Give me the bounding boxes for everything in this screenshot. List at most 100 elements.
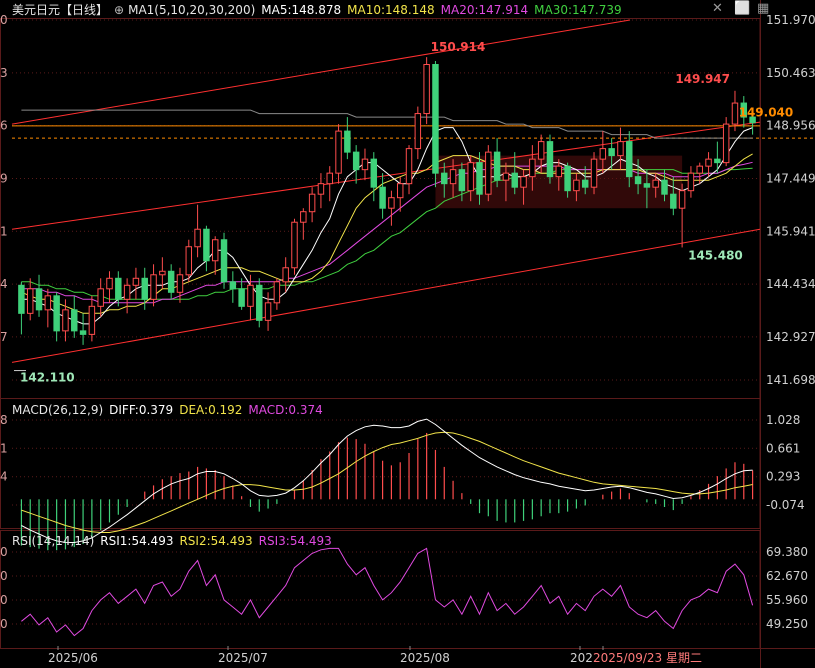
price-tick-label: 147.449 [766, 171, 815, 185]
rsi-tick-label-left: 0 [0, 617, 8, 631]
macd-title[interactable]: MACD(26,12,9) [12, 403, 103, 417]
candle-body [203, 228, 210, 262]
candle-body [106, 277, 113, 290]
candle-body [546, 141, 554, 178]
candle-body [379, 186, 386, 209]
macd-tick-label: -0.074 [766, 498, 805, 512]
candle-body [53, 295, 60, 332]
candle-body [493, 151, 501, 181]
candle-body [652, 179, 659, 188]
candle-body [537, 141, 545, 160]
rsi-tick-label-left: 0 [0, 545, 8, 559]
candle-body [256, 284, 263, 321]
candle-body [167, 270, 175, 293]
candle-body [405, 148, 413, 185]
candle-body [458, 169, 466, 192]
macd-tick-label-left: 4 [0, 470, 8, 484]
chart-background [0, 0, 815, 668]
macd-macd-value: MACD:0.374 [248, 403, 323, 417]
candle-body [44, 295, 52, 311]
price-tick-label-left: 0 [0, 13, 8, 27]
candle-body [71, 309, 78, 332]
price-tick-label: 142.927 [766, 330, 815, 344]
target-icon[interactable]: ⊕ [114, 3, 124, 17]
candle-body [396, 183, 404, 199]
macd-diff-value: DIFF:0.379 [109, 403, 174, 417]
candle-body [88, 305, 96, 335]
candle-body [687, 172, 695, 192]
candle-body [485, 151, 492, 195]
macd-tick-label: 1.028 [766, 413, 800, 427]
candle-body [661, 179, 668, 195]
candle-body [264, 302, 272, 321]
candle-body [626, 141, 633, 178]
candle-body [370, 158, 378, 188]
close-icon[interactable]: ✕ [712, 1, 723, 16]
main-chart-header: 美元日元【日线】 ⊕ MA1(5,10,20,30,200) MA5:148.878 M… [12, 2, 628, 18]
time-axis-label: 2025/06 [48, 651, 98, 665]
candle-body [352, 151, 360, 171]
candle-body [714, 158, 721, 164]
price-tick-label-left: 4 [0, 277, 8, 291]
candle-body [308, 193, 316, 213]
candle-body [476, 162, 483, 195]
candle-body [238, 288, 245, 307]
candle-body [79, 330, 87, 335]
ma-indicator-title[interactable]: MA1(5,10,20,30,200) [128, 3, 255, 17]
macd-dea-value: DEA:0.192 [179, 403, 243, 417]
recent-low-annotation: 145.480 [688, 248, 743, 262]
candle-body [317, 183, 325, 195]
candle-body [247, 284, 254, 307]
period-label[interactable]: 【日线】 [60, 3, 108, 17]
candle-body [731, 102, 739, 125]
rsi3-value: RSI3:54.493 [258, 534, 332, 548]
time-axis-label: 2025/08 [400, 651, 450, 665]
candle-body [150, 274, 157, 300]
candle-body [502, 172, 510, 181]
rsi-tick-label: 62.670 [766, 569, 808, 583]
maximize-icon[interactable]: ⬜ [734, 1, 750, 16]
symbol-label[interactable]: 美元日元 [12, 3, 60, 17]
candle-body [273, 281, 281, 304]
rsi-title[interactable]: RSI(14,14,14) [12, 534, 94, 548]
macd-tick-label: 0.293 [766, 470, 800, 484]
settings-icon[interactable]: ▦ [757, 1, 769, 16]
candle-body [449, 169, 457, 185]
price-tick-label-left: 6 [0, 119, 8, 133]
candle-body [529, 158, 536, 178]
candle-body [26, 288, 34, 314]
rsi-header: RSI(14,14,14) RSI1:54.493 RSI2:54.493 RSI3:… [12, 533, 338, 549]
candlestick-chart[interactable]: 151.970 150.463 148.956 147.449 145.941 144.4… [0, 0, 815, 668]
price-tick-label-left: 7 [0, 330, 8, 344]
price-tick-label: 144.434 [766, 277, 815, 291]
candle-body [696, 165, 703, 174]
price-tick-label-left: 3 [0, 66, 8, 80]
candle-body [344, 130, 351, 153]
candle-body [194, 228, 201, 248]
candle-body [115, 277, 122, 300]
rsi-tick-label: 69.380 [766, 545, 808, 559]
ma30-value: MA30:147.739 [534, 3, 622, 17]
candle-body [414, 113, 422, 150]
candle-body [722, 123, 730, 164]
candle-body [159, 270, 166, 276]
price-tick-label: 150.463 [766, 66, 815, 80]
recent-high-annotation: 149.947 [675, 72, 730, 86]
macd-tick-label-left: 8 [0, 413, 8, 427]
rsi2-value: RSI2:54.493 [179, 534, 253, 548]
macd-header: MACD(26,12,9) DIFF:0.379 DEA:0.192 MACD:0.3… [12, 402, 329, 418]
time-axis-label: 2025/07 [218, 651, 268, 665]
candle-body [617, 141, 624, 157]
time-axis-label: 202 [570, 651, 593, 665]
candle-body [581, 179, 589, 188]
candle-body [467, 162, 474, 192]
candle-body [511, 172, 518, 188]
price-tick-label: 151.970 [766, 13, 815, 27]
candle-body [300, 211, 307, 223]
rsi-tick-label-left: 0 [0, 569, 8, 583]
candle-body [573, 179, 580, 192]
candle-body [361, 158, 369, 171]
candle-body [670, 193, 677, 209]
candle-body [18, 284, 25, 314]
price-tick-label: 148.956 [766, 119, 815, 133]
